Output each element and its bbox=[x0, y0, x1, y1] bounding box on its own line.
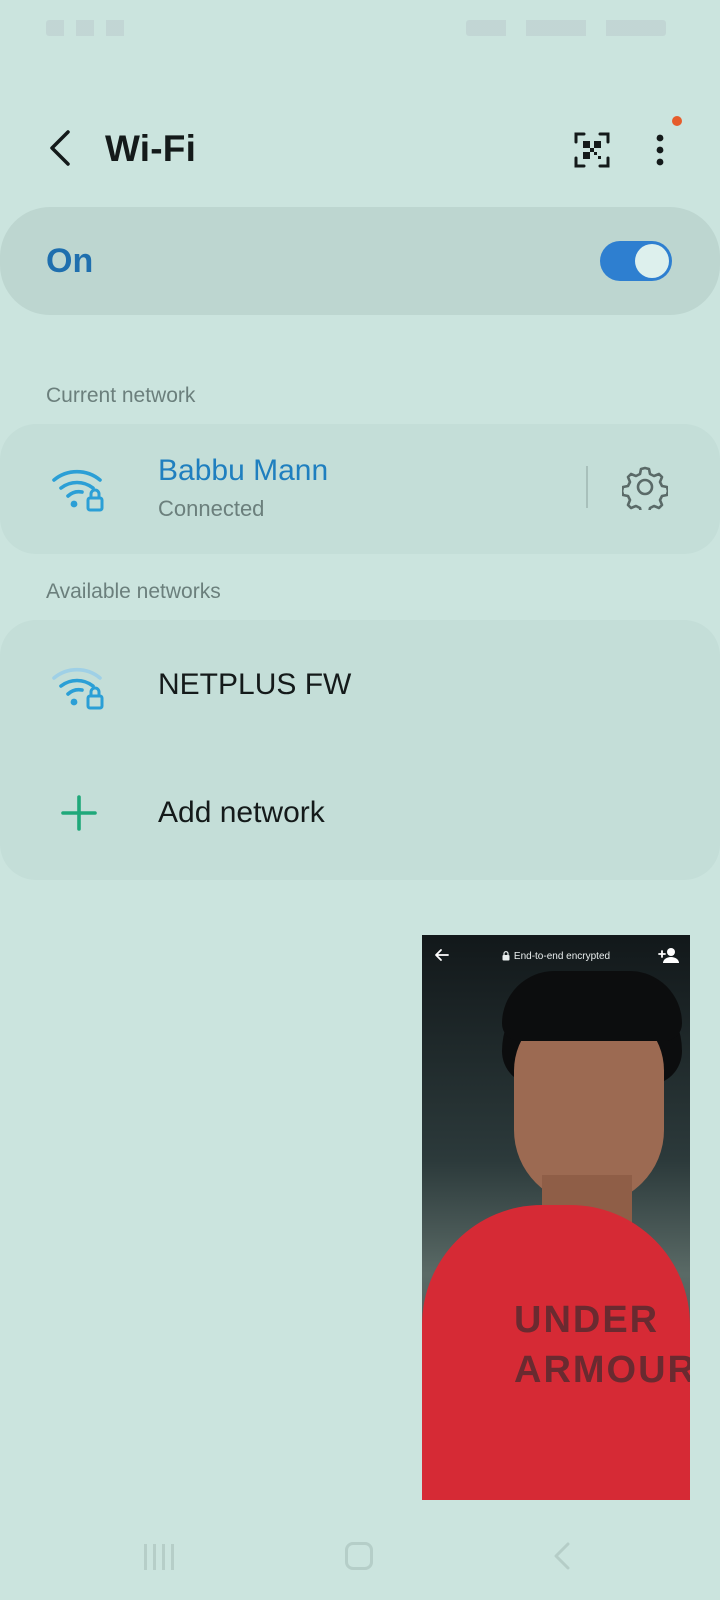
status-icons-left bbox=[46, 20, 196, 36]
pip-top-bar: End-to-end encrypted bbox=[422, 935, 690, 977]
video-person-hair-top bbox=[502, 971, 682, 1041]
shirt-logo-text: UNDER ARMOUR bbox=[514, 1299, 690, 1391]
status-bar bbox=[0, 0, 720, 56]
app-header: Wi-Fi bbox=[0, 110, 720, 190]
wifi-locked-icon bbox=[52, 667, 104, 710]
wifi-toggle-card[interactable]: On bbox=[0, 207, 720, 315]
row-divider bbox=[586, 466, 588, 508]
network-settings-button[interactable] bbox=[620, 462, 670, 512]
notification-dot bbox=[672, 116, 682, 126]
wifi-toggle-switch[interactable] bbox=[600, 241, 672, 281]
status-icons-right bbox=[466, 20, 666, 36]
wifi-locked-icon bbox=[52, 469, 104, 512]
home-icon[interactable] bbox=[345, 1542, 373, 1570]
qr-code-button[interactable] bbox=[568, 126, 616, 174]
available-networks-section-label: Available networks bbox=[46, 580, 221, 603]
more-vertical-icon bbox=[656, 134, 664, 166]
wifi-toggle-label: On bbox=[46, 242, 94, 280]
encryption-notice: End-to-end encrypted bbox=[502, 951, 610, 962]
pip-video-call[interactable]: UNDER ARMOUR End-to-end encrypted bbox=[422, 935, 690, 1500]
available-network-row[interactable]: NETPLUS FW bbox=[0, 620, 720, 748]
available-networks-card: NETPLUS FW Add network bbox=[0, 620, 720, 880]
switch-knob bbox=[635, 244, 669, 278]
navigation-bar bbox=[0, 1530, 720, 1582]
recent-apps-icon[interactable] bbox=[144, 1544, 174, 1570]
gear-icon bbox=[622, 466, 668, 510]
current-network-name: Babbu Mann bbox=[158, 454, 329, 487]
add-network-row[interactable]: Add network bbox=[0, 748, 720, 880]
add-person-icon[interactable] bbox=[658, 945, 680, 965]
available-network-name: NETPLUS FW bbox=[158, 668, 352, 701]
more-options-button[interactable] bbox=[636, 126, 684, 174]
back-arrow-icon[interactable] bbox=[432, 945, 452, 965]
encryption-label: End-to-end encrypted bbox=[513, 950, 611, 962]
current-network-status: Connected bbox=[158, 496, 265, 521]
page-title: Wi-Fi bbox=[105, 128, 197, 169]
plus-icon bbox=[61, 795, 97, 831]
current-network-row[interactable]: Babbu Mann Connected bbox=[0, 424, 720, 554]
current-network-section-label: Current network bbox=[46, 384, 196, 407]
lock-icon bbox=[502, 951, 510, 961]
back-arrow-icon bbox=[50, 130, 70, 166]
qr-code-icon bbox=[574, 132, 610, 168]
add-network-label: Add network bbox=[158, 796, 325, 829]
back-button[interactable] bbox=[36, 124, 84, 172]
back-icon[interactable] bbox=[552, 1542, 572, 1570]
current-network-card: Babbu Mann Connected bbox=[0, 424, 720, 554]
